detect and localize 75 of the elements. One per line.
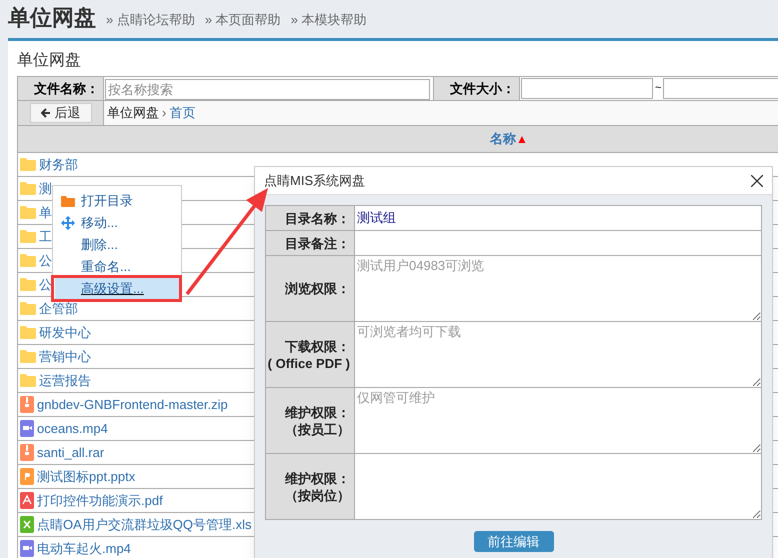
- arrow-left-icon: [40, 108, 50, 118]
- menu-item[interactable]: 重命名...: [55, 256, 179, 278]
- pdf-file-icon: [20, 492, 34, 509]
- file-name[interactable]: santi_all.rar: [37, 442, 104, 462]
- dialog-title: 点睛MIS系统网盘: [264, 172, 366, 190]
- help-link[interactable]: » 本页面帮助: [204, 10, 281, 30]
- file-name[interactable]: 公: [39, 250, 52, 270]
- file-name[interactable]: 点睛OA用户交流群垃圾QQ号管理.xls: [37, 514, 252, 534]
- column-header[interactable]: 名称: [490, 129, 516, 149]
- help-link[interactable]: » 本模块帮助: [290, 10, 367, 30]
- zip-file-icon: [20, 396, 34, 413]
- help-link[interactable]: » 点睛论坛帮助: [106, 10, 195, 30]
- field-label: 浏览权限：: [285, 280, 350, 297]
- permission-field[interactable]: 仅网管可维护: [355, 388, 761, 453]
- text-field[interactable]: [355, 231, 761, 255]
- name-search-field[interactable]: 按名称搜索: [105, 79, 430, 100]
- field-label: （按员工）: [285, 420, 350, 438]
- folder-icon: [20, 350, 36, 363]
- folder-icon: [20, 158, 36, 171]
- folder-icon: [20, 230, 36, 243]
- zip-file-icon: [20, 444, 34, 461]
- folder-icon: [20, 374, 36, 387]
- field-label: 目录名称：: [285, 210, 350, 226]
- permission-field[interactable]: 测试用户04983可浏览: [355, 256, 761, 321]
- folder-icon: [20, 182, 36, 195]
- breadcrumb-item[interactable]: 单位网盘: [107, 103, 159, 123]
- size-max-field[interactable]: [663, 78, 778, 99]
- size-min-field[interactable]: [521, 78, 653, 99]
- range-separator: ~: [654, 81, 662, 96]
- move-arrows-icon: [61, 216, 75, 230]
- file-name[interactable]: 公: [39, 274, 52, 294]
- file-name[interactable]: 电动车起火.mp4: [37, 538, 131, 558]
- folder-icon: [61, 196, 75, 206]
- breadcrumb-item[interactable]: 首页: [169, 103, 196, 123]
- page-title: 单位网盘: [8, 4, 96, 32]
- file-name[interactable]: 测试图标ppt.pptx: [37, 466, 136, 486]
- field-label: 维护权限：: [285, 404, 350, 420]
- slides-file-icon: [20, 468, 34, 485]
- breadcrumb-separator: ›: [161, 104, 168, 122]
- file-name[interactable]: 研发中心: [39, 322, 91, 342]
- text-field[interactable]: 测试组: [355, 206, 761, 230]
- field-label: （按岗位）: [285, 486, 350, 504]
- menu-item[interactable]: 打开目录: [55, 190, 179, 212]
- file-name[interactable]: 财务部: [39, 154, 78, 174]
- file-name[interactable]: 营销中心: [39, 346, 91, 366]
- folder-icon: [20, 206, 36, 219]
- edit-button[interactable]: 前往编辑: [474, 531, 554, 552]
- folder-icon: [20, 278, 36, 291]
- file-name[interactable]: 打印控件功能演示.pdf: [37, 490, 163, 510]
- folder-icon: [20, 254, 36, 267]
- field-label: 下载权限：: [285, 338, 350, 354]
- file-name[interactable]: 测: [39, 178, 52, 198]
- field-label: ( Office PDF ): [268, 354, 350, 372]
- permission-field[interactable]: [355, 454, 761, 519]
- folder-icon: [20, 302, 36, 315]
- video-file-icon: [20, 420, 34, 437]
- menu-item[interactable]: 移动...: [55, 212, 179, 234]
- field-label: 文件名称：: [18, 77, 104, 100]
- spreadsheet-file-icon: [20, 516, 34, 533]
- file-name[interactable]: oceans.mp4: [37, 418, 108, 438]
- file-name[interactable]: 工: [39, 226, 52, 246]
- file-name[interactable]: gnbdev-GNBFrontend-master.zip: [37, 394, 228, 414]
- file-name[interactable]: 单: [39, 202, 52, 222]
- folder-icon: [20, 326, 36, 339]
- permission-field[interactable]: 可浏览者均可下载: [355, 322, 761, 387]
- close-icon[interactable]: [751, 174, 763, 186]
- field-label: 维护权限：: [285, 470, 350, 486]
- menu-item[interactable]: 删除...: [55, 234, 179, 256]
- file-name[interactable]: 运营报告: [39, 370, 91, 390]
- back-button[interactable]: 后退: [30, 103, 92, 123]
- field-label: 文件大小：: [434, 77, 520, 100]
- panel-title: 单位网盘: [16, 51, 82, 71]
- field-label: 目录备注：: [285, 234, 350, 252]
- sort-indicator: ▲: [516, 131, 528, 148]
- file-name[interactable]: 企管部: [39, 298, 78, 318]
